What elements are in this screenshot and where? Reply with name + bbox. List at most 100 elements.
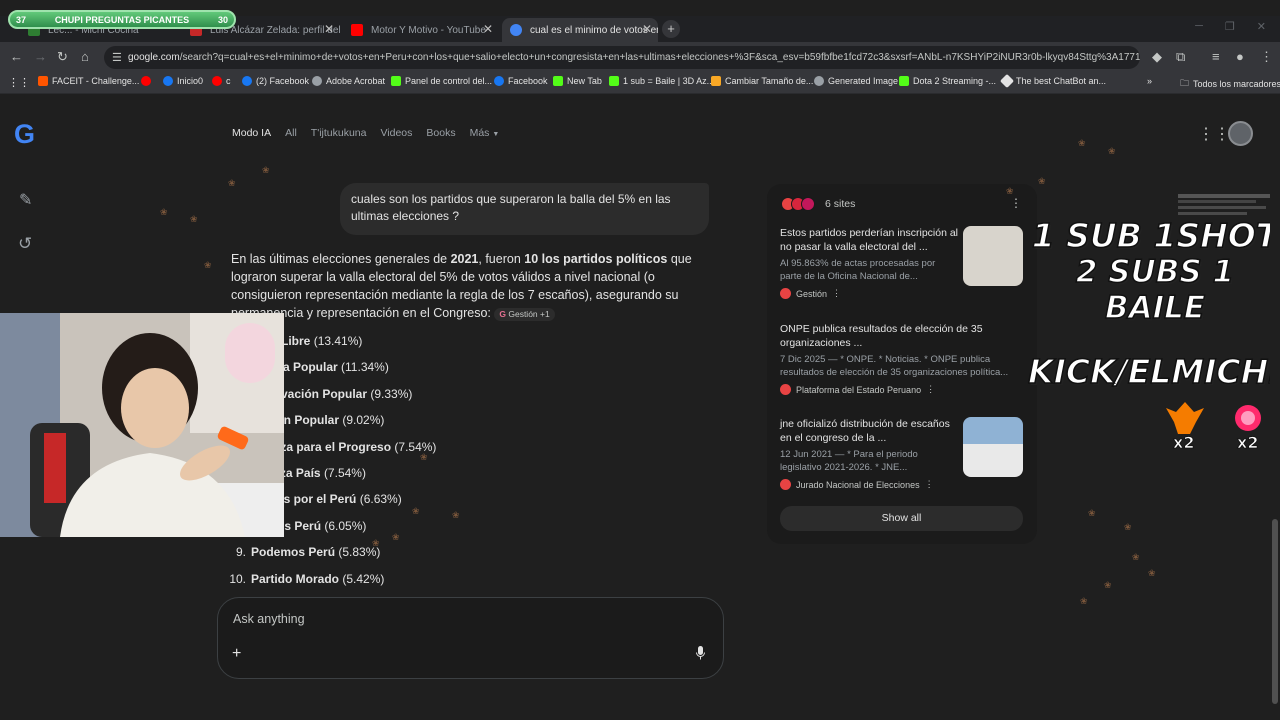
- publisher-name: Jurado Nacional de Elecciones: [796, 479, 920, 490]
- minimize-icon[interactable]: ─: [1195, 20, 1203, 33]
- avatar[interactable]: [1228, 121, 1253, 146]
- paw-decoration: ❀: [372, 538, 380, 548]
- bookmark-1[interactable]: FACEIT - Challenge...: [38, 76, 139, 86]
- more-options-icon[interactable]: ⋮: [925, 479, 934, 490]
- tab-books[interactable]: Books: [426, 127, 455, 139]
- chatbot-icon: [999, 73, 1015, 89]
- source-card-2[interactable]: ONPE publica resultados de elección de 3…: [780, 322, 1025, 395]
- bookmark-label: Facebook: [508, 76, 548, 86]
- tab-modo-ia[interactable]: Modo IA: [232, 127, 271, 139]
- sub-goal-overlay: 1 SUB 1SHOT 2 SUBS 1 BAILE: [1030, 217, 1280, 327]
- profile-icon[interactable]: ●: [1236, 49, 1244, 64]
- site-info-icon[interactable]: ☰: [112, 51, 122, 64]
- bookmark-11[interactable]: Cambiar Tamaño de...: [711, 76, 813, 86]
- bookmark-label: (2) Facebook: [256, 76, 310, 86]
- paw-decoration: ❀: [190, 214, 198, 224]
- close-tab-icon[interactable]: ✕: [483, 22, 493, 36]
- forward-icon[interactable]: →: [34, 49, 47, 64]
- paw-decoration: ❀: [1038, 176, 1046, 186]
- stream-poll-bar: 37 CHUPI PREGUNTAS PICANTES 30: [8, 10, 236, 29]
- close-tab-icon[interactable]: ✕: [324, 22, 334, 36]
- tab-title: cual es el minimo de votos en P: [530, 24, 658, 36]
- poll-title: CHUPI PREGUNTAS PICANTES: [54, 14, 190, 25]
- home-icon[interactable]: ⌂: [81, 49, 89, 64]
- more-options-icon[interactable]: ⋮: [832, 288, 841, 299]
- close-tab-icon[interactable]: ✕: [642, 22, 652, 36]
- bookmark-6[interactable]: Adobe Acrobat: [312, 76, 385, 86]
- address-bar[interactable]: google.com/search?q=cual+es+el+minimo+de…: [104, 46, 1140, 69]
- menu-icon[interactable]: ⋮: [1260, 49, 1273, 65]
- bookmark-5[interactable]: (2) Facebook: [242, 76, 309, 86]
- bookmark-7[interactable]: Panel de control del...: [391, 76, 492, 86]
- citation-chip[interactable]: Gestión +1: [494, 308, 555, 321]
- media-icon[interactable]: ≡: [1212, 49, 1220, 64]
- extension-icon[interactable]: ◆: [1152, 49, 1162, 65]
- more-options-icon[interactable]: ⋮: [1010, 196, 1022, 210]
- pink-orb-icon: [1235, 405, 1261, 431]
- paw-decoration: ❀: [452, 510, 460, 520]
- bookmark-4[interactable]: c: [212, 76, 231, 86]
- tab-all[interactable]: All: [285, 127, 297, 139]
- puzzle-icon[interactable]: ⧉: [1176, 49, 1185, 65]
- tab-videos[interactable]: Videos: [380, 127, 412, 139]
- scrollbar[interactable]: [1270, 94, 1280, 720]
- tab-title: Motor Y Motivo - YouTube: [371, 24, 486, 36]
- source-card-1[interactable]: Estos partidos perderían inscripción al …: [780, 226, 1025, 299]
- microphone-icon[interactable]: [696, 646, 705, 660]
- address-host: google.com: [128, 52, 180, 63]
- bookmark-label: Generated Image: [828, 76, 899, 86]
- google-icon: [510, 24, 522, 36]
- party-pct: (5.42%): [342, 571, 385, 586]
- ask-box: +: [217, 597, 724, 679]
- globe-icon: [312, 76, 322, 86]
- bookmark-3[interactable]: Inicio0: [163, 76, 203, 86]
- charizard-icon: [1166, 402, 1204, 434]
- multiplier-left: x2: [1173, 433, 1195, 453]
- faceit-icon: [38, 76, 48, 86]
- image-icon: [814, 76, 824, 86]
- ask-input[interactable]: [233, 612, 533, 626]
- bookmark-2[interactable]: [141, 76, 151, 86]
- bookmark-8[interactable]: Facebook: [494, 76, 548, 86]
- more-options-icon[interactable]: ⋮: [926, 384, 935, 395]
- poll-right-value: 30: [217, 14, 228, 25]
- scrollbar-thumb[interactable]: [1272, 519, 1278, 704]
- source-title: Estos partidos perderían inscripción al …: [780, 227, 959, 253]
- new-tab-button[interactable]: +: [662, 20, 680, 38]
- answer-text: En las últimas elecciones generales de: [231, 252, 451, 266]
- all-bookmarks[interactable]: 🗀 Todos los marcadores: [1180, 76, 1280, 92]
- bookmark-label: Adobe Acrobat: [326, 76, 386, 86]
- source-card-3[interactable]: jne oficializó distribución de escaños e…: [780, 417, 1025, 490]
- tab-images[interactable]: T'ijtukukuna: [311, 127, 367, 139]
- window-controls: ─ ❐ ✕: [1195, 20, 1280, 33]
- bookmark-10[interactable]: 1 sub = Baile | 3D Az...: [609, 76, 714, 86]
- show-all-button[interactable]: Show all: [780, 506, 1023, 531]
- source-favicon: [801, 197, 815, 211]
- close-window-icon[interactable]: ✕: [1257, 20, 1266, 33]
- new-chat-icon[interactable]: ✎: [19, 190, 32, 210]
- more-bookmarks-icon[interactable]: »: [1147, 76, 1152, 86]
- party-pct: (9.33%): [370, 386, 413, 401]
- tab-4-active[interactable]: cual es el minimo de votos en P ✕: [502, 18, 658, 42]
- maximize-icon[interactable]: ❐: [1225, 20, 1235, 33]
- search-tabs: Modo IA All T'ijtukukuna Videos Books Má…: [232, 127, 499, 139]
- plus-icon[interactable]: +: [232, 645, 241, 663]
- tab-3[interactable]: Motor Y Motivo - YouTube ✕: [343, 18, 499, 42]
- bookmark-14[interactable]: The best ChatBot an...: [999, 73, 1106, 89]
- sources-header[interactable]: 6 sites: [781, 197, 855, 211]
- history-icon[interactable]: ↺: [18, 234, 32, 254]
- back-icon[interactable]: ←: [10, 49, 23, 64]
- facebook-icon: [494, 76, 504, 86]
- paw-decoration: ❀: [392, 532, 400, 542]
- bookmark-12[interactable]: Generated Image: [814, 76, 898, 86]
- bookmark-13[interactable]: Dota 2 Streaming -...: [899, 76, 996, 86]
- bookmark-9[interactable]: New Tab: [553, 76, 602, 86]
- google-logo[interactable]: G: [14, 119, 35, 150]
- apps-grid-icon[interactable]: ⋮⋮: [8, 76, 30, 89]
- paw-decoration: ❀: [228, 178, 236, 188]
- party-pct: (13.41%): [313, 334, 363, 348]
- publisher-icon: [780, 479, 791, 490]
- tab-more[interactable]: Más ▼: [470, 127, 500, 139]
- reload-icon[interactable]: ↻: [57, 49, 68, 65]
- resize-icon: [711, 76, 721, 86]
